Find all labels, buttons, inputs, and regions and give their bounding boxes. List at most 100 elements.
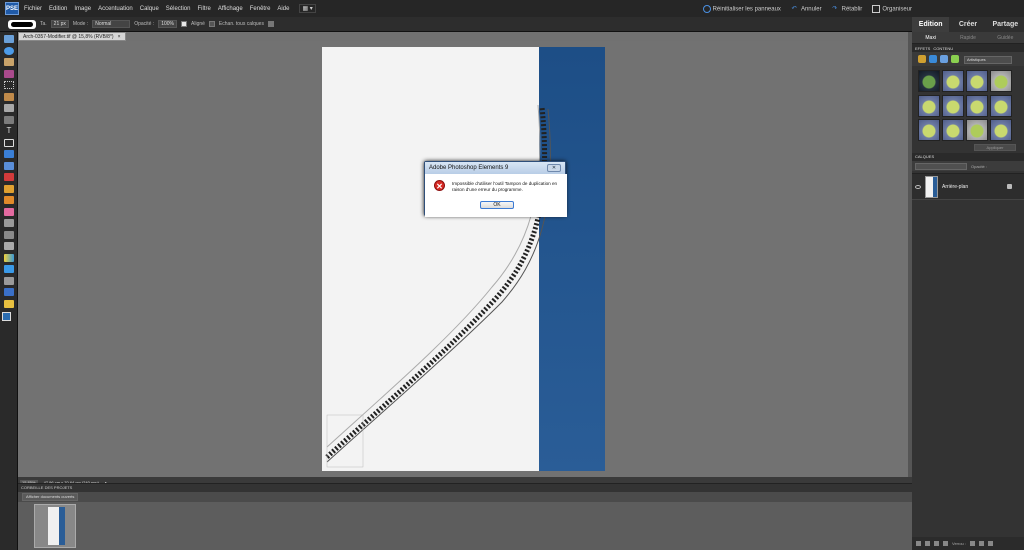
- foreground-color-swatch[interactable]: [2, 311, 11, 321]
- effect-thumbnail[interactable]: [918, 70, 940, 92]
- document-area: Arch-0357-Modifier.tif @ 15,8% (RVB/8*) …: [18, 32, 912, 489]
- crop-tool-icon[interactable]: [4, 138, 14, 147]
- layer-styles-icon[interactable]: [929, 55, 937, 63]
- smart-brush-tool-icon[interactable]: [4, 230, 14, 239]
- healing-brush-tool-icon[interactable]: [4, 173, 14, 181]
- lock-all-icon[interactable]: [979, 541, 985, 546]
- hand-tool-icon[interactable]: [4, 58, 14, 66]
- menu-fichier[interactable]: Fichier: [24, 6, 42, 12]
- menu-affichage[interactable]: Affichage: [218, 6, 243, 12]
- effect-thumbnail[interactable]: [966, 94, 988, 117]
- mode-select[interactable]: Normal: [92, 20, 131, 28]
- gradient-tool-icon[interactable]: [4, 253, 14, 262]
- layer-row[interactable]: Arrière-plan: [912, 173, 1024, 200]
- paint-bucket-tool-icon[interactable]: [4, 242, 14, 250]
- photo-canvas[interactable]: [322, 47, 605, 471]
- effect-thumbnail[interactable]: [942, 119, 964, 142]
- tool-options-bar: Ta. 21 px Mode : Normal Opacité : 100% A…: [0, 17, 912, 32]
- menu-selection[interactable]: Sélection: [166, 6, 191, 12]
- effect-thumbnail[interactable]: [918, 119, 940, 142]
- effect-thumbnail[interactable]: [990, 119, 1012, 142]
- lock-pixels-icon[interactable]: [970, 541, 976, 546]
- effect-thumbnail[interactable]: [990, 70, 1012, 92]
- menu-calque[interactable]: Calque: [140, 6, 159, 12]
- color-swatches[interactable]: [2, 311, 16, 326]
- pencil-tool-icon[interactable]: [4, 196, 14, 204]
- cookie-cutter-tool-icon[interactable]: [4, 150, 14, 158]
- lasso-tool-icon[interactable]: [4, 92, 14, 101]
- tab-edition[interactable]: Edition: [912, 17, 950, 32]
- tab-effets[interactable]: EFFETS: [915, 46, 930, 51]
- quick-selection-tool-icon[interactable]: [4, 104, 14, 112]
- filters-icon[interactable]: [918, 55, 926, 63]
- tab-maxi[interactable]: Maxi: [912, 32, 949, 43]
- brush-tool-icon[interactable]: [4, 219, 14, 227]
- sample-all-checkbox[interactable]: [208, 21, 215, 27]
- undo-button[interactable]: ↶ Annuler: [791, 5, 822, 13]
- close-icon[interactable]: ×: [118, 33, 121, 40]
- new-layer-icon[interactable]: [916, 541, 921, 546]
- clone-stamp-tool-icon[interactable]: [4, 184, 14, 193]
- tab-partage[interactable]: Partage: [987, 17, 1024, 32]
- aligned-checkbox[interactable]: [181, 21, 188, 27]
- effect-thumbnail[interactable]: [942, 70, 964, 92]
- ok-button[interactable]: OK: [480, 201, 514, 209]
- layers-header[interactable]: CALQUES: [912, 153, 1024, 161]
- menu-edition[interactable]: Edition: [49, 6, 67, 12]
- tab-rapide[interactable]: Rapide: [949, 32, 986, 43]
- type-tool-icon[interactable]: T: [4, 127, 14, 135]
- tab-creer[interactable]: Créer: [949, 17, 986, 32]
- adjustment-layer-icon[interactable]: [925, 541, 930, 546]
- move-tool-icon[interactable]: [4, 35, 14, 43]
- opacity-input[interactable]: 100%: [158, 20, 178, 28]
- overlay-toggle-icon[interactable]: [267, 21, 274, 27]
- eye-icon[interactable]: [915, 184, 921, 189]
- reset-icon: [702, 4, 711, 13]
- zoom-tool-icon[interactable]: [4, 46, 14, 55]
- eraser-tool-icon[interactable]: [4, 207, 14, 216]
- tab-contenu[interactable]: CONTENU: [933, 46, 953, 51]
- sponge-tool-icon[interactable]: [4, 288, 14, 296]
- project-thumbnail[interactable]: [34, 504, 76, 548]
- straighten-tool-icon[interactable]: [4, 161, 14, 170]
- blend-mode-select[interactable]: [915, 162, 967, 170]
- effect-thumbnail[interactable]: [918, 94, 940, 117]
- effect-thumbnail[interactable]: [966, 119, 988, 142]
- effect-thumbnail[interactable]: [990, 94, 1012, 117]
- workspace-menu-icon[interactable]: ▦ ▾: [299, 4, 316, 13]
- shape-tool-icon[interactable]: [4, 265, 14, 273]
- brush-preset-picker[interactable]: [8, 19, 36, 29]
- effect-thumbnail[interactable]: [942, 94, 964, 117]
- app-logo: PSE: [5, 2, 19, 15]
- red-eye-tool-icon[interactable]: [4, 115, 14, 124]
- menu-image[interactable]: Image: [74, 6, 91, 12]
- eyedropper-tool-icon[interactable]: [4, 69, 14, 78]
- menu-aide[interactable]: Aide: [277, 6, 289, 12]
- size-input[interactable]: 21 px: [50, 20, 69, 28]
- tab-guidee[interactable]: Guidée: [987, 32, 1024, 43]
- organizer-button[interactable]: Organiseur: [872, 4, 912, 13]
- project-bin-select[interactable]: Afficher documents ouverts: [18, 492, 912, 501]
- project-bin-header[interactable]: CORBEILLE DES PROJETS: [18, 484, 912, 492]
- trash-icon[interactable]: [988, 541, 994, 546]
- show-open-files-dropdown[interactable]: Afficher documents ouverts: [22, 492, 79, 501]
- redo-button[interactable]: ↷ Rétablir: [832, 5, 863, 13]
- canvas-area[interactable]: [18, 41, 908, 477]
- all-effects-icon[interactable]: [951, 55, 959, 63]
- blur-tool-icon[interactable]: [4, 276, 14, 285]
- apply-effect-button[interactable]: Appliquer: [974, 144, 1016, 151]
- link-icon[interactable]: [943, 541, 948, 546]
- document-tab[interactable]: Arch-0357-Modifier.tif @ 15,8% (RVB/8*) …: [18, 32, 126, 41]
- menu-accentuation[interactable]: Accentuation: [98, 6, 133, 12]
- photo-effects-icon[interactable]: [940, 55, 948, 63]
- effects-dropdown[interactable]: Artistiques: [964, 56, 1012, 64]
- dialog-titlebar[interactable]: Adobe Photoshop Elements 9 ✕: [425, 162, 565, 174]
- marquee-tool-icon[interactable]: [4, 81, 14, 89]
- menu-filtre[interactable]: Filtre: [197, 6, 210, 12]
- menu-fenetre[interactable]: Fenêtre: [250, 6, 271, 12]
- mask-icon[interactable]: [934, 541, 939, 546]
- effect-thumbnail[interactable]: [966, 70, 988, 92]
- reset-panels-button[interactable]: Réinitialiser les panneaux: [702, 4, 781, 13]
- dodge-tool-icon[interactable]: [4, 299, 14, 308]
- close-icon[interactable]: ✕: [547, 164, 561, 172]
